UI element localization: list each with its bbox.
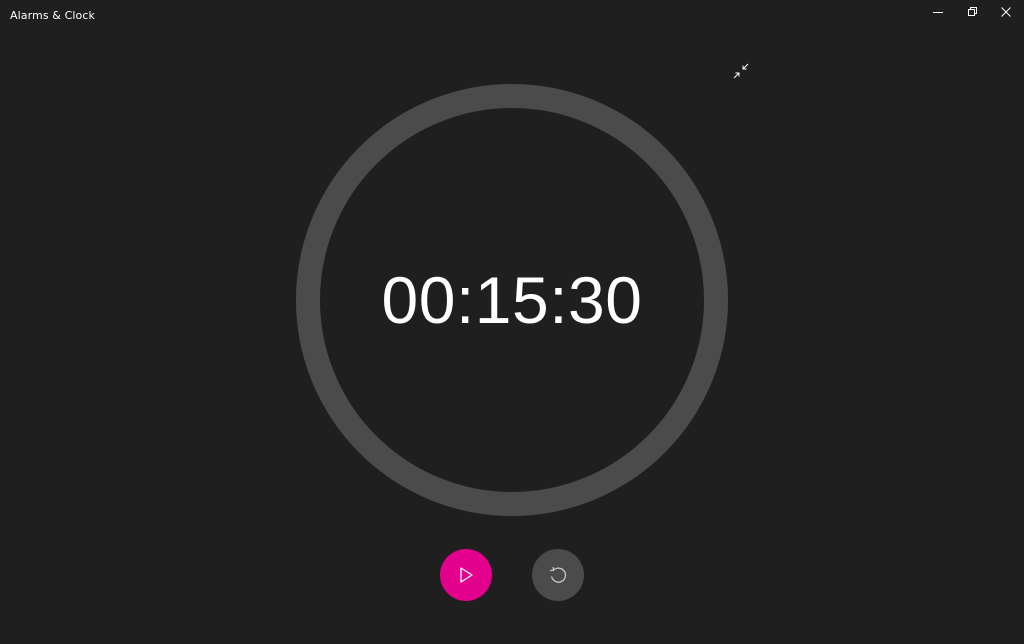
close-button[interactable] xyxy=(989,0,1023,24)
timer-display: 00:15:30 xyxy=(381,263,643,337)
restore-icon xyxy=(968,7,977,16)
exit-compact-overlay-icon xyxy=(733,63,749,79)
reset-icon xyxy=(550,566,567,583)
play-button[interactable] xyxy=(440,549,492,601)
app-title: Alarms & Clock xyxy=(10,9,95,22)
reset-button[interactable] xyxy=(532,549,584,601)
exit-compact-overlay-button[interactable] xyxy=(729,59,753,83)
minimize-icon xyxy=(933,12,943,13)
restore-button[interactable] xyxy=(955,0,989,24)
play-icon xyxy=(460,567,473,583)
close-icon xyxy=(1001,7,1011,17)
title-bar: Alarms & Clock xyxy=(0,0,1024,32)
minimize-button[interactable] xyxy=(921,0,955,24)
app-window: Alarms & Clock 00:15:30 xyxy=(0,0,1024,644)
